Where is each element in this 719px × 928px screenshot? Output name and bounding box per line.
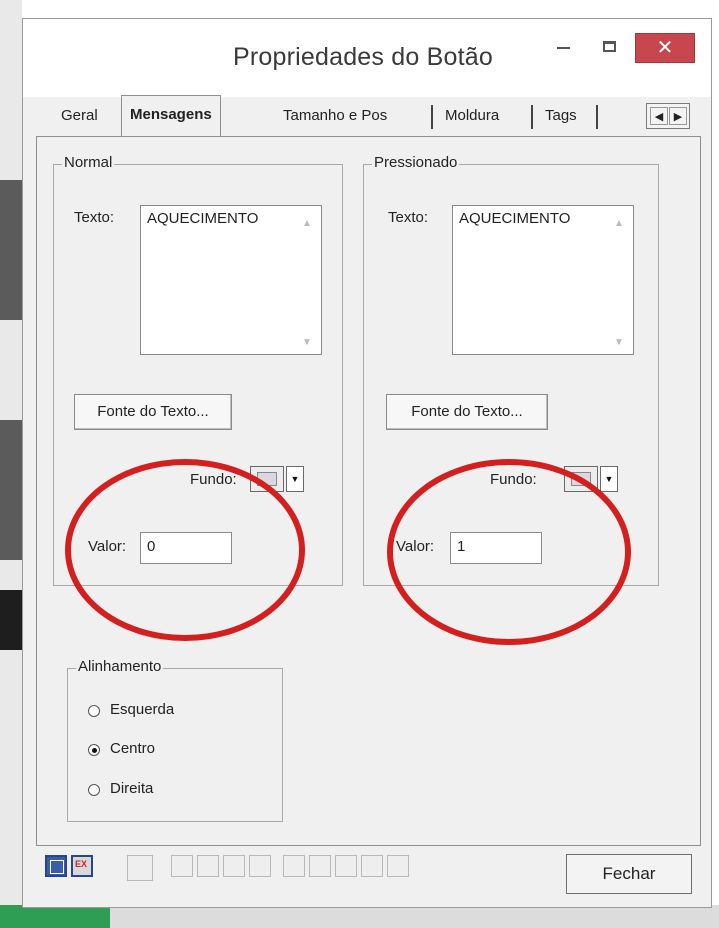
- tool-disabled-icon[interactable]: [361, 855, 383, 877]
- tool-disabled-icon[interactable]: [387, 855, 409, 877]
- scroll-down-icon[interactable]: ▼: [301, 337, 313, 348]
- minimize-button[interactable]: [543, 33, 583, 63]
- tab-tags[interactable]: Tags: [545, 99, 577, 133]
- scroll-up-icon[interactable]: ▲: [301, 218, 313, 229]
- tab-scroll-right-icon[interactable]: ▶: [669, 107, 687, 125]
- grid-icon[interactable]: [45, 855, 67, 877]
- properties-dialog: Propriedades do Botão ✕ Geral Mensagens …: [22, 18, 712, 908]
- normal-text-scrollbar[interactable]: ▲ ▼: [301, 212, 313, 348]
- tool-disabled-icon[interactable]: [283, 855, 305, 877]
- tab-moldura[interactable]: Moldura: [445, 99, 499, 133]
- pressed-text-label: Texto:: [388, 209, 429, 226]
- tab-tamanho-e-pos[interactable]: Tamanho e Pos: [283, 99, 387, 133]
- tab-page-mensagens: Normal Texto: AQUECIMENTO ▲ ▼ Fonte do T…: [36, 136, 701, 846]
- pressed-text-value: AQUECIMENTO: [459, 210, 571, 227]
- tool-disabled-icon[interactable]: [197, 855, 219, 877]
- tool-disabled-icon[interactable]: [309, 855, 331, 877]
- tab-separator: [596, 105, 598, 129]
- alignment-group: Alinhamento Esquerda Centro Direita: [67, 658, 283, 822]
- alignment-center-label: Centro: [110, 740, 156, 757]
- pressed-text-area[interactable]: AQUECIMENTO ▲ ▼: [452, 205, 634, 355]
- dropdown-arrow-icon[interactable]: ▼: [286, 466, 304, 492]
- close-button[interactable]: Fechar: [566, 854, 692, 894]
- radio-right[interactable]: [88, 784, 100, 796]
- tab-separator: [431, 105, 433, 129]
- maximize-button[interactable]: [589, 33, 633, 63]
- title-bar: Propriedades do Botão ✕: [23, 19, 711, 97]
- background-strip: [0, 590, 22, 650]
- tab-geral[interactable]: Geral: [61, 99, 98, 133]
- dropdown-arrow-icon[interactable]: ▼: [600, 466, 618, 492]
- background-strip: [0, 180, 22, 320]
- tool-disabled-icon[interactable]: [171, 855, 193, 877]
- tool-disabled-icon[interactable]: [223, 855, 245, 877]
- tab-mensagens[interactable]: Mensagens: [121, 95, 221, 136]
- excel-icon[interactable]: [71, 855, 93, 877]
- alignment-group-label: Alinhamento: [76, 658, 164, 675]
- tool-disabled-icon[interactable]: [335, 855, 357, 877]
- close-window-button[interactable]: ✕: [635, 33, 695, 63]
- pressed-group-label: Pressionado: [372, 154, 460, 171]
- normal-group-label: Normal: [62, 154, 115, 171]
- tab-scroll-left-icon[interactable]: ◀: [650, 107, 668, 125]
- scroll-up-icon[interactable]: ▲: [613, 218, 625, 229]
- tool-disabled-icon[interactable]: [249, 855, 271, 877]
- normal-font-button[interactable]: Fonte do Texto...: [74, 394, 232, 430]
- radio-center[interactable]: [88, 744, 100, 756]
- dialog-title: Propriedades do Botão: [233, 43, 493, 71]
- tab-scroll-control: ◀ ▶: [646, 103, 690, 129]
- normal-text-value: AQUECIMENTO: [147, 210, 259, 227]
- alignment-right-label: Direita: [110, 780, 154, 797]
- red-highlight-ellipse-normal: [65, 459, 305, 641]
- normal-text-area[interactable]: AQUECIMENTO ▲ ▼: [140, 205, 322, 355]
- tool-disabled-icon[interactable]: [127, 855, 153, 881]
- normal-text-label: Texto:: [74, 209, 115, 226]
- radio-left[interactable]: [88, 705, 100, 717]
- red-highlight-ellipse-pressed: [387, 459, 631, 645]
- scroll-down-icon[interactable]: ▼: [613, 337, 625, 348]
- pressed-text-scrollbar[interactable]: ▲ ▼: [613, 212, 625, 348]
- background-green-bar: [0, 905, 110, 928]
- tab-separator: [531, 105, 533, 129]
- alignment-left-label: Esquerda: [110, 701, 175, 718]
- pressed-font-button[interactable]: Fonte do Texto...: [386, 394, 548, 430]
- background-strip: [0, 420, 22, 560]
